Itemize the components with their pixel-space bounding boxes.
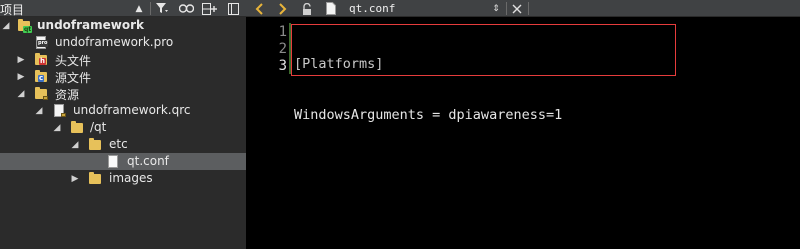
tree-item-headers[interactable]: ▶ h 头文件: [0, 51, 246, 68]
resource-folder-icon: [34, 86, 48, 101]
tree-item-label: undoframework.qrc: [73, 103, 191, 117]
tree-item-undoframework[interactable]: ◢ qt undoframework: [0, 17, 246, 34]
filter-icon[interactable]: [154, 0, 170, 17]
expanded-arrow-icon[interactable]: ◢: [51, 119, 63, 136]
tree-item-label: etc: [109, 137, 128, 151]
tree-item-label: images: [109, 171, 153, 185]
toolbar-divider: [150, 2, 151, 15]
expanded-arrow-icon[interactable]: ◢: [33, 102, 45, 119]
split-add-icon[interactable]: [201, 0, 219, 17]
folder-icon: [70, 120, 84, 135]
collapsed-arrow-icon[interactable]: ▶: [15, 51, 27, 68]
link-icon[interactable]: [177, 0, 195, 17]
tree-item-label: 头文件: [55, 54, 92, 68]
tree-item-label: 资源: [55, 88, 80, 102]
tree-item-label: undoframework.pro: [55, 35, 174, 49]
code-line[interactable]: WindowsArguments = dpiawareness=1: [294, 107, 562, 124]
forward-icon[interactable]: [276, 0, 290, 17]
pane-title: 项目: [0, 3, 25, 17]
close-icon[interactable]: [510, 0, 524, 17]
tree-item-label: /qt: [90, 120, 107, 134]
tree-item-qt-conf[interactable]: qt.conf: [0, 153, 246, 170]
toolbar-divider: [506, 2, 507, 15]
dropdown-icon[interactable]: ⇕: [490, 0, 502, 17]
project-tree: ◢ qt undoframework pro undoframework.pro…: [0, 17, 246, 249]
line-number: 1: [278, 24, 287, 40]
tree-item-sources[interactable]: ▶ c 源文件: [0, 68, 246, 85]
line-number-gutter: 1 2 3: [246, 17, 291, 249]
tree-item-label: qt.conf: [127, 154, 169, 168]
source-folder-icon: c: [34, 69, 48, 84]
file-icon: [324, 0, 338, 17]
tree-item-label: 源文件: [55, 71, 92, 85]
close-pane-icon[interactable]: [225, 0, 241, 17]
expanded-arrow-icon[interactable]: ◢: [0, 17, 12, 34]
header-folder-icon: h: [34, 52, 48, 67]
expanded-arrow-icon[interactable]: ◢: [15, 85, 27, 102]
tree-item-qt-prefix[interactable]: ◢ /qt: [0, 119, 246, 136]
expanded-arrow-icon[interactable]: ◢: [69, 136, 81, 153]
tree-item-label: undoframework: [37, 18, 145, 32]
folder-icon: [88, 171, 102, 186]
collapsed-arrow-icon[interactable]: ▶: [15, 68, 27, 85]
line-number: 2: [278, 41, 287, 57]
project-toolbar: 项目 ▲: [0, 0, 246, 17]
tree-item-etc[interactable]: ◢ etc: [0, 136, 246, 153]
chevron-updown-icon[interactable]: ▲: [132, 0, 146, 17]
qrc-file-icon: [52, 103, 66, 118]
collapsed-arrow-icon[interactable]: ▶: [69, 170, 81, 187]
editor-toolbar: qt.conf ⇕: [246, 0, 800, 17]
project-pane: 项目 ▲ ◢ qt undoframework pro undoframewor…: [0, 0, 246, 249]
tree-item-images[interactable]: ▶ images: [0, 170, 246, 187]
code-line[interactable]: [294, 158, 562, 175]
tree-item-resources[interactable]: ◢ 资源: [0, 85, 246, 102]
tree-item-qrc[interactable]: ◢ undoframework.qrc: [0, 102, 246, 119]
line-number-current: 3: [278, 58, 287, 74]
tree-item-pro-file[interactable]: pro undoframework.pro: [0, 34, 246, 51]
back-icon[interactable]: [252, 0, 266, 17]
file-icon: [106, 154, 120, 169]
qt-project-folder-icon: qt: [17, 18, 33, 33]
pro-file-icon: pro: [34, 35, 49, 50]
editor-file-selector[interactable]: qt.conf: [349, 2, 395, 15]
toolbar-divider: [528, 2, 529, 15]
folder-icon: [88, 137, 102, 152]
code-line-text: WindowsArguments = dpiawareness=1: [294, 107, 563, 123]
lock-icon[interactable]: [300, 0, 314, 17]
annotation-highlight-box: [291, 24, 676, 76]
